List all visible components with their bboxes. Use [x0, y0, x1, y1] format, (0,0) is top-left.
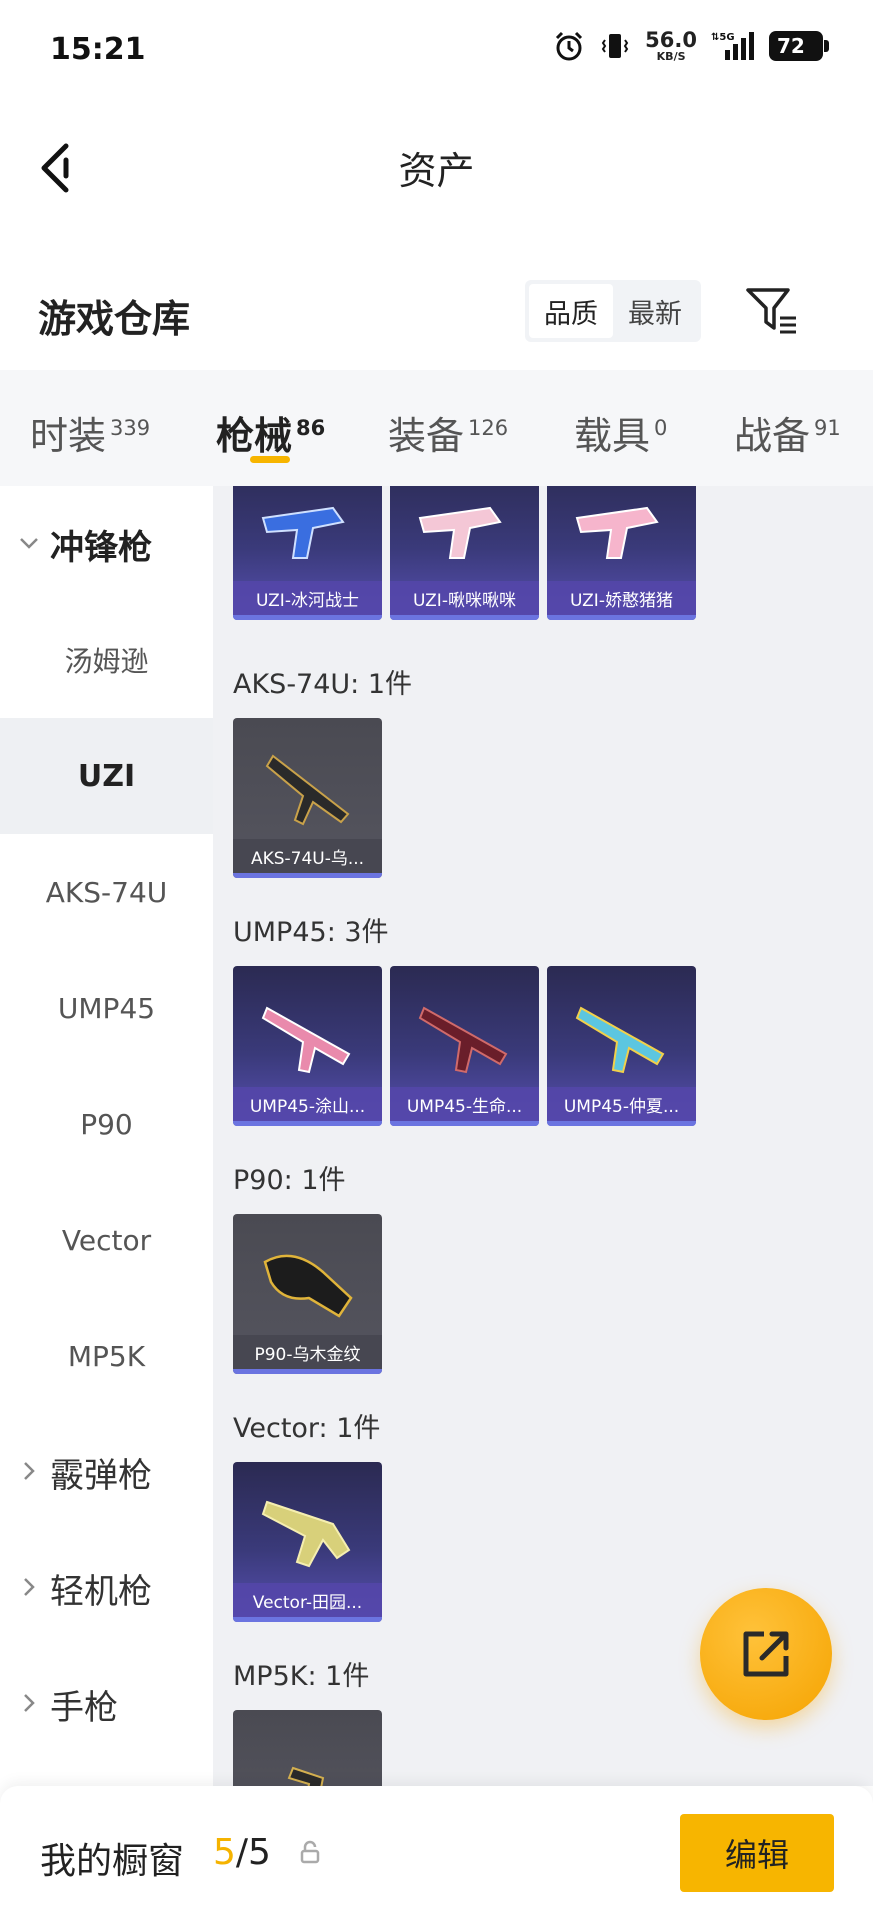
weapon-card[interactable]: P90-乌木金纹: [233, 1214, 382, 1374]
showcase-label: 我的橱窗: [40, 1841, 185, 1882]
rarity-bar: [547, 615, 696, 620]
rarity-bar: [390, 1121, 539, 1126]
smg-icon: [265, 754, 350, 826]
weapon-card[interactable]: UMP45-仲夏...: [547, 966, 696, 1126]
chevron-right-icon: [24, 1462, 35, 1480]
smg-icon: [575, 1006, 665, 1074]
svg-text:⇅5G: ⇅5G: [711, 32, 735, 43]
group-label-p90: P90: 1件: [233, 1165, 346, 1196]
page-title: 资产: [398, 149, 475, 193]
weapon-card[interactable]: UZI-娇憨猪猪: [547, 486, 696, 620]
weapon-sidebar: 冲锋枪 汤姆逊 UZI AKS-74U UMP45 P90 Vector MP5…: [0, 486, 213, 1786]
vibrate-icon: [601, 34, 629, 58]
filter-icon[interactable]: [744, 286, 800, 336]
active-tab-indicator: [250, 456, 290, 463]
smg-icon: [418, 506, 502, 559]
category-tabs: 时装 339 枪械 86 装备 126 载具 0 战备 91: [0, 370, 873, 486]
rarity-bar: [233, 1369, 382, 1374]
showcase-bar: 我的橱窗 5/5 编辑: [0, 1786, 873, 1920]
sidebar-item-aks74u[interactable]: AKS-74U: [0, 834, 213, 950]
sidebar-item-lmg[interactable]: 轻机枪: [0, 1530, 213, 1646]
sort-quality-button[interactable]: 品质: [529, 284, 613, 338]
rarity-bar: [390, 615, 539, 620]
rarity-bar: [233, 1121, 382, 1126]
sidebar-item-pistol[interactable]: 手枪: [0, 1646, 213, 1762]
battery-icon: 72: [769, 31, 829, 61]
rarity-bar: [233, 873, 382, 878]
sidebar-item-mp5k[interactable]: MP5K: [0, 1298, 213, 1414]
tab-firearms[interactable]: 枪械 86: [216, 405, 325, 460]
weapon-card[interactable]: Vector-田园...: [233, 1462, 382, 1622]
weapon-card[interactable]: AKS-74U-乌...: [233, 718, 382, 878]
rarity-bar: [547, 1121, 696, 1126]
weapon-card[interactable]: UMP45-生命...: [390, 966, 539, 1126]
showcase-count: 5/5: [213, 1832, 271, 1873]
sort-newest-button[interactable]: 最新: [613, 284, 697, 338]
group-label-mp5k: MP5K: 1件: [233, 1661, 370, 1692]
sort-toggle: 品质 最新: [525, 280, 701, 342]
status-time: 15:21: [50, 32, 146, 67]
weapon-card[interactable]: UZI-冰河战士: [233, 486, 382, 620]
group-label-vector: Vector: 1件: [233, 1413, 381, 1444]
sidebar-item-thompson[interactable]: 汤姆逊: [0, 602, 213, 718]
group-label-ump45: UMP45: 3件: [233, 917, 389, 948]
edit-button[interactable]: 编辑: [680, 1814, 834, 1892]
chevron-right-icon: [24, 1694, 35, 1712]
tab-vehicles[interactable]: 载具 0: [574, 405, 667, 460]
smg-icon: [263, 1254, 353, 1318]
alarm-icon: [556, 31, 583, 61]
tab-fashion[interactable]: 时装 339: [30, 405, 150, 460]
smg-icon: [418, 1006, 508, 1074]
sidebar-item-smg[interactable]: 冲锋枪: [0, 486, 213, 602]
assets-page: 15:21 56.0 KB/S ⇅5G 72 资产 游戏仓库 品质 最新 时装 …: [0, 0, 873, 1920]
net-speed: 56.0 KB/S: [645, 28, 697, 63]
share-icon: [743, 1631, 789, 1677]
rarity-bar: [233, 615, 382, 620]
sidebar-item-shotgun[interactable]: 霰弹枪: [0, 1414, 213, 1530]
sidebar-item-ump45[interactable]: UMP45: [0, 950, 213, 1066]
weapon-card[interactable]: UZI-啾咪啾咪: [390, 486, 539, 620]
weapon-card[interactable]: UMP45-涂山...: [233, 966, 382, 1126]
group-label-aks74u: AKS-74U: 1件: [233, 669, 413, 700]
share-button[interactable]: [700, 1588, 832, 1720]
smg-icon: [261, 1006, 351, 1074]
sidebar-item-vector[interactable]: Vector: [0, 1182, 213, 1298]
tab-equipment[interactable]: 装备 126: [388, 405, 508, 460]
tab-supplies[interactable]: 战备 91: [734, 405, 841, 460]
smg-icon: [575, 506, 659, 559]
chevron-right-icon: [24, 1578, 35, 1596]
signal-icon: ⇅5G: [711, 32, 754, 60]
rarity-bar: [233, 1617, 382, 1622]
sidebar-item-uzi[interactable]: UZI: [0, 718, 213, 834]
smg-icon: [261, 1500, 351, 1568]
smg-icon: [261, 506, 345, 559]
warehouse-title: 游戏仓库: [38, 297, 191, 341]
app-header: 资产: [0, 110, 873, 220]
weapon-card[interactable]: [233, 1710, 382, 1786]
lock-icon: [300, 1840, 320, 1864]
status-icons: 56.0 KB/S ⇅5G 72: [553, 28, 829, 63]
smg-icon: [287, 1766, 325, 1786]
status-bar: 15:21 56.0 KB/S ⇅5G 72: [0, 0, 873, 100]
chevron-down-icon: [20, 538, 38, 549]
sidebar-item-p90[interactable]: P90: [0, 1066, 213, 1182]
